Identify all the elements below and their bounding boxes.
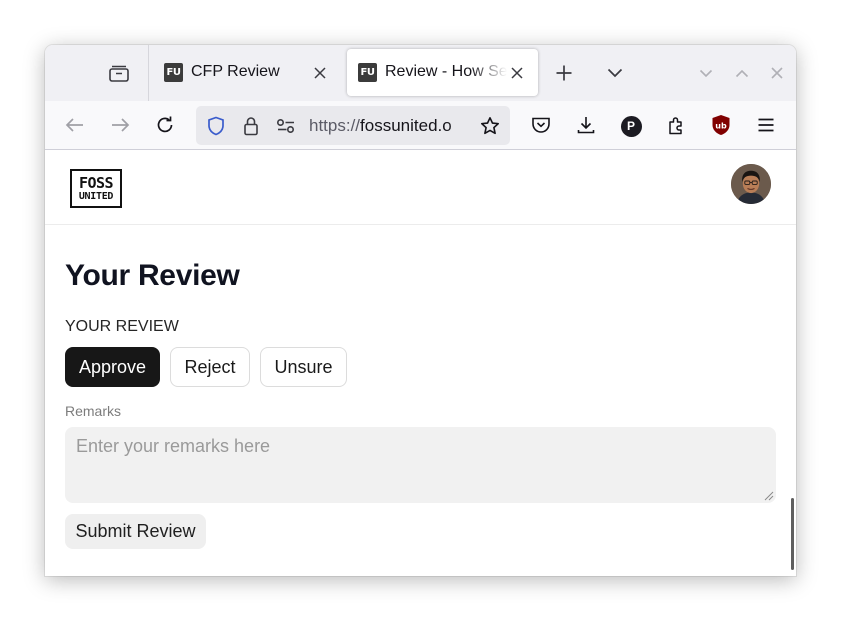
reject-button[interactable]: Reject — [170, 347, 250, 387]
close-tab-icon[interactable] — [310, 63, 330, 83]
user-avatar[interactable] — [731, 164, 771, 204]
close-window-icon[interactable] — [767, 64, 787, 82]
ublock-icon[interactable]: ub — [709, 112, 733, 138]
submit-review-button[interactable]: Submit Review — [65, 514, 206, 549]
profile-p-icon[interactable]: P — [619, 114, 643, 138]
logo-line1: FOSS — [78, 173, 114, 192]
page-title: Your Review — [65, 259, 240, 292]
tab-cfp-review[interactable]: FU CFP Review — [153, 49, 343, 96]
reload-icon[interactable] — [153, 113, 177, 137]
url-scheme: https:// — [309, 116, 361, 135]
tab-divider — [148, 45, 149, 101]
navigation-toolbar: https://fossunited.o P ub — [45, 101, 796, 150]
forward-icon[interactable] — [108, 113, 132, 137]
approve-button[interactable]: Approve — [65, 347, 160, 387]
remarks-textarea[interactable] — [65, 427, 776, 503]
fossunited-favicon-icon: FU — [164, 63, 183, 82]
resize-grip-icon[interactable] — [763, 490, 774, 501]
site-header: FOSS UNITED — [45, 151, 796, 225]
tab-groups-icon[interactable] — [107, 62, 131, 84]
download-icon[interactable] — [574, 113, 598, 137]
menu-icon[interactable] — [754, 113, 778, 137]
url-host: fossunited.o — [360, 116, 452, 135]
shield-icon[interactable] — [204, 114, 228, 138]
browser-window: FU CFP Review FU Review - How Se https:/… — [45, 45, 796, 576]
extensions-icon[interactable] — [664, 113, 688, 137]
lock-icon[interactable] — [239, 114, 263, 138]
minimize-icon[interactable] — [696, 64, 716, 82]
permissions-icon[interactable] — [274, 114, 298, 138]
tab-list-icon[interactable] — [604, 62, 626, 84]
tab-review-active[interactable]: FU Review - How Se — [347, 49, 538, 96]
fossunited-favicon-icon: FU — [358, 63, 377, 82]
profile-letter: P — [620, 115, 642, 137]
close-tab-icon[interactable] — [507, 63, 527, 83]
url-text[interactable]: https://fossunited.o — [309, 116, 472, 136]
page-content: FOSS UNITED Your Review YOUR REVIEW Appr… — [45, 151, 796, 576]
review-section-label: YOUR REVIEW — [65, 318, 179, 335]
remarks-label: Remarks — [65, 403, 122, 419]
url-bar[interactable]: https://fossunited.o — [196, 106, 510, 145]
unsure-button[interactable]: Unsure — [260, 347, 347, 387]
tab-title: Review - How Se — [385, 63, 507, 80]
tab-title: CFP Review — [191, 63, 280, 80]
back-icon[interactable] — [63, 113, 87, 137]
svg-text:ub: ub — [715, 122, 727, 131]
foss-united-logo[interactable]: FOSS UNITED — [70, 169, 122, 208]
page-scrollbar[interactable] — [791, 498, 794, 570]
tab-bar: FU CFP Review FU Review - How Se — [45, 45, 796, 101]
pocket-icon[interactable] — [529, 113, 553, 137]
new-tab-icon[interactable] — [553, 62, 575, 84]
logo-line2: UNITED — [78, 190, 114, 202]
maximize-icon[interactable] — [732, 64, 752, 82]
bookmark-star-icon[interactable] — [478, 114, 502, 138]
